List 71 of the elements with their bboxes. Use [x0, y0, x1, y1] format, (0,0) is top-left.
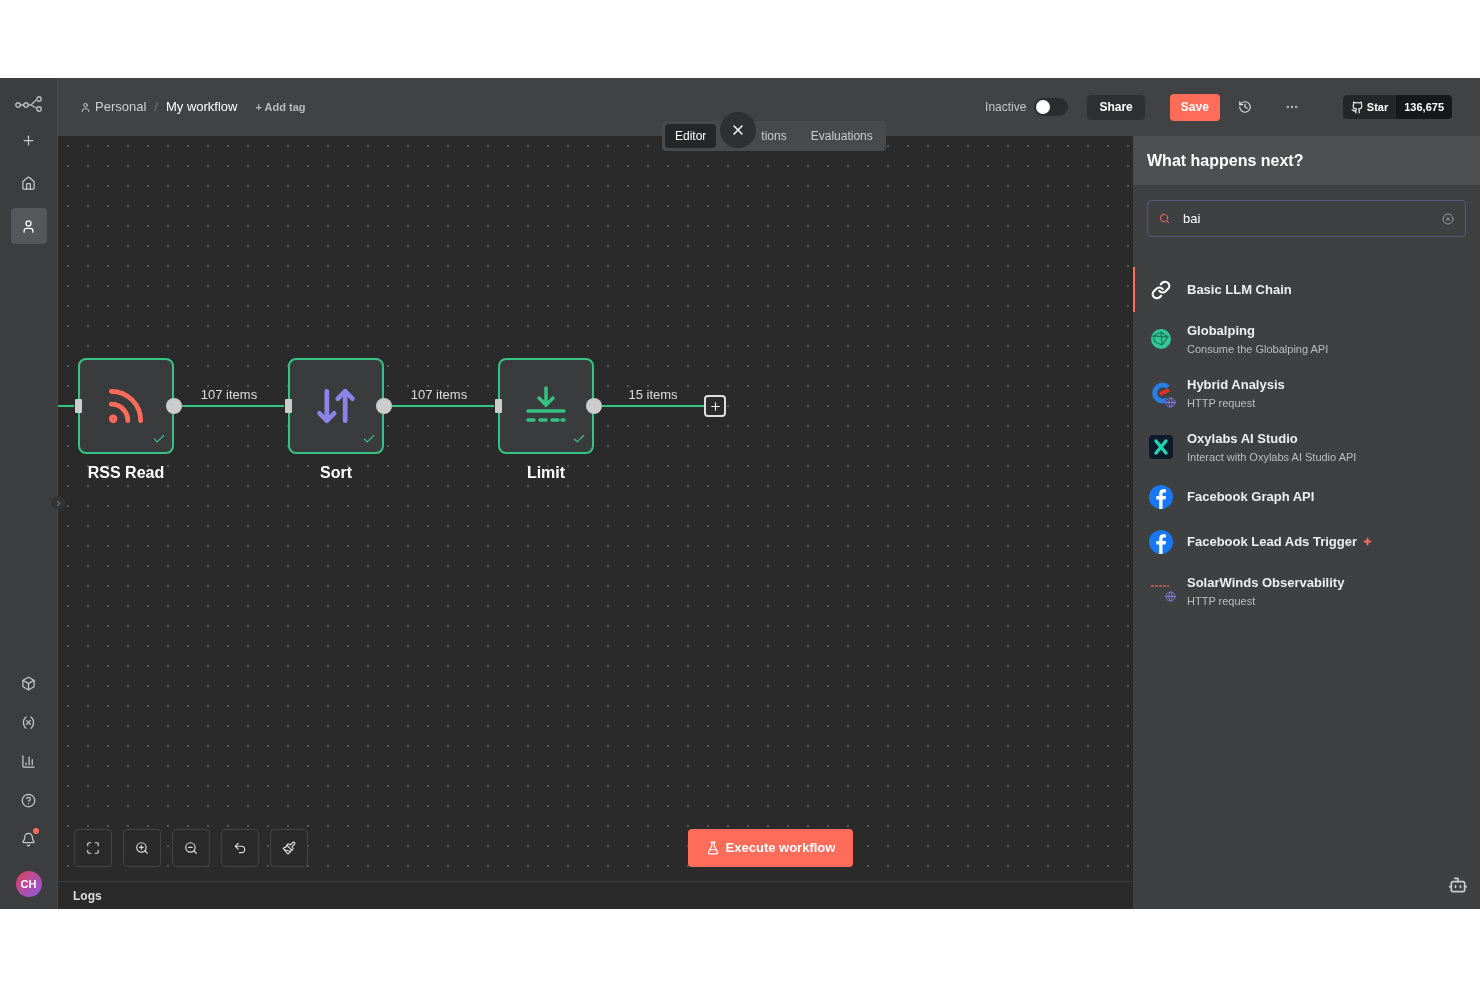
globe-network-icon: [1150, 328, 1172, 350]
add-node-button[interactable]: [704, 395, 726, 417]
item-count: 107 items: [199, 386, 259, 404]
user-avatar[interactable]: CH: [15, 871, 42, 897]
node-result-item[interactable]: Facebook Graph API: [1133, 474, 1480, 519]
fit-view-icon[interactable]: [74, 829, 112, 867]
breadcrumb-link[interactable]: Personal: [95, 97, 147, 117]
result-name: SolarWinds Observability: [1187, 574, 1345, 592]
github-star-button[interactable]: Star: [1342, 95, 1397, 119]
check-icon: [362, 432, 376, 446]
node-result-item[interactable]: Basic LLM Chain: [1133, 267, 1480, 312]
plus-icon: [708, 399, 722, 413]
node-result-item[interactable]: Globalping Consume the Globalping API: [1133, 312, 1480, 366]
workflow-node[interactable]: [78, 358, 174, 454]
zoom-out-icon[interactable]: [172, 829, 210, 867]
link-icon: [1151, 279, 1171, 300]
facebook-f-icon: [1149, 529, 1173, 554]
clear-icon[interactable]: [1442, 212, 1454, 225]
logo-icon[interactable]: [14, 96, 43, 112]
result-name: Basic LLM Chain: [1187, 280, 1292, 299]
view-tab[interactable]: Editor: [665, 124, 717, 148]
result-description: HTTP request: [1187, 593, 1257, 609]
node-label: RSS Read: [86, 463, 166, 483]
facebook-f-icon: [1149, 484, 1173, 509]
github-icon: [1350, 100, 1364, 114]
input-port[interactable]: [495, 399, 502, 413]
person-icon[interactable]: [10, 208, 47, 244]
item-count: 15 items: [627, 386, 679, 404]
active-toggle[interactable]: [1034, 98, 1069, 116]
brush-icon[interactable]: [270, 829, 308, 867]
input-port[interactable]: [75, 399, 82, 413]
input-port[interactable]: [285, 399, 292, 413]
zoom-in-icon[interactable]: [123, 829, 161, 867]
close-button[interactable]: [720, 112, 756, 148]
item-count: 107 items: [409, 386, 469, 404]
panel-title: What happens next?: [1147, 150, 1304, 171]
robot-icon[interactable]: [1448, 875, 1468, 895]
check-icon: [152, 432, 166, 446]
add-tag-link[interactable]: + Add tag: [255, 98, 306, 116]
flask-icon: [705, 841, 720, 855]
search-field[interactable]: bai: [1147, 200, 1466, 237]
output-port[interactable]: [586, 398, 602, 414]
undo-icon[interactable]: [221, 829, 259, 867]
result-name: Globalping: [1187, 322, 1255, 340]
output-port[interactable]: [166, 398, 182, 414]
logs-tab[interactable]: Logs: [73, 886, 102, 905]
result-description: Consume the Globalping API: [1187, 341, 1329, 357]
workflow-name[interactable]: My workflow: [165, 97, 238, 117]
person-icon: [80, 101, 91, 113]
output-port[interactable]: [376, 398, 392, 414]
star-count[interactable]: 136,675: [1396, 95, 1452, 119]
node-result-item[interactable]: Facebook Lead Ads Trigger: [1133, 519, 1480, 564]
search-icon: [1159, 213, 1170, 224]
node-label: Limit: [525, 463, 567, 483]
workflow-node[interactable]: [498, 358, 594, 454]
result-description: HTTP request: [1187, 395, 1257, 411]
search-input[interactable]: bai: [1183, 208, 1442, 229]
share-button[interactable]: Share: [1087, 94, 1145, 120]
check-icon: [572, 432, 586, 446]
result-name: Facebook Graph API: [1187, 487, 1315, 506]
result-description: Interact with Oxylabs AI Studio API: [1187, 449, 1357, 465]
node-label: Sort: [319, 463, 353, 483]
result-name: Hybrid Analysis: [1187, 376, 1285, 394]
node-result-item[interactable]: Oxylabs AI Studio Interact with Oxylabs AI Studio API: [1133, 420, 1480, 474]
workflow-node[interactable]: [288, 358, 384, 454]
breadcrumb-separator: /: [154, 98, 158, 117]
toggle-label: Inactive: [985, 99, 1027, 116]
result-name: Oxylabs AI Studio: [1187, 430, 1298, 448]
result-name: Facebook Lead Ads Trigger: [1187, 532, 1357, 551]
history-icon[interactable]: [1237, 100, 1252, 114]
cross-logo-icon: [1149, 435, 1173, 459]
